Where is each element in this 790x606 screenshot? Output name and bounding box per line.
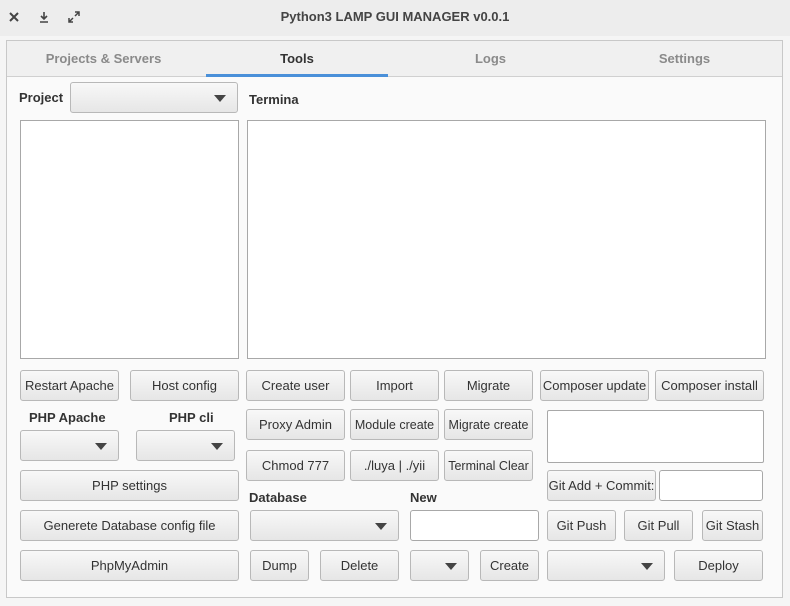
create-database-button[interactable]: Create: [480, 550, 539, 581]
chevron-down-icon: [641, 562, 653, 570]
chevron-down-icon: [445, 562, 457, 570]
tab-settings[interactable]: Settings: [593, 41, 776, 76]
restart-apache-button[interactable]: Restart Apache: [20, 370, 119, 401]
generate-db-config-button[interactable]: Generete Database config file: [20, 510, 239, 541]
git-push-button[interactable]: Git Push: [547, 510, 616, 541]
deploy-button[interactable]: Deploy: [674, 550, 763, 581]
proxy-admin-button[interactable]: Proxy Admin: [246, 409, 345, 440]
tab-tools[interactable]: Tools: [206, 41, 388, 77]
chmod-777-button[interactable]: Chmod 777: [246, 450, 345, 481]
git-stash-button[interactable]: Git Stash: [702, 510, 763, 541]
php-settings-button[interactable]: PHP settings: [20, 470, 239, 501]
git-add-commit-button[interactable]: Git Add + Commit:: [547, 470, 656, 501]
commit-message-area[interactable]: [547, 410, 764, 463]
terminal-output[interactable]: [247, 120, 766, 359]
project-select[interactable]: [70, 82, 238, 113]
project-list[interactable]: [20, 120, 239, 359]
create-user-button[interactable]: Create user: [246, 370, 345, 401]
php-apache-label: PHP Apache: [29, 410, 106, 425]
php-apache-select[interactable]: [20, 430, 119, 461]
project-label: Project: [19, 90, 64, 105]
deploy-target-select[interactable]: [547, 550, 665, 581]
chevron-down-icon: [95, 442, 107, 450]
chevron-down-icon: [211, 442, 223, 450]
import-button[interactable]: Import: [350, 370, 439, 401]
database-label: Database: [249, 490, 307, 505]
php-cli-select[interactable]: [136, 430, 235, 461]
new-database-label: New: [410, 490, 437, 505]
chevron-down-icon: [375, 522, 387, 530]
phpmyadmin-button[interactable]: PhpMyAdmin: [20, 550, 239, 581]
migrate-button[interactable]: Migrate: [444, 370, 533, 401]
new-database-type-select[interactable]: [410, 550, 469, 581]
terminal-label: Termina: [249, 92, 299, 107]
git-pull-button[interactable]: Git Pull: [624, 510, 693, 541]
dump-button[interactable]: Dump: [250, 550, 309, 581]
composer-update-button[interactable]: Composer update: [540, 370, 649, 401]
host-config-button[interactable]: Host config: [130, 370, 239, 401]
delete-button[interactable]: Delete: [320, 550, 399, 581]
tab-projects-servers[interactable]: Projects & Servers: [7, 41, 200, 76]
migrate-create-button[interactable]: Migrate create: [444, 409, 533, 440]
luya-yii-button[interactable]: ./luya | ./yii: [350, 450, 439, 481]
tab-bar: Projects & Servers Tools Logs Settings: [7, 41, 782, 77]
module-create-button[interactable]: Module create: [350, 409, 439, 440]
composer-install-button[interactable]: Composer install: [655, 370, 764, 401]
database-select[interactable]: [250, 510, 399, 541]
tab-logs[interactable]: Logs: [388, 41, 593, 76]
commit-input[interactable]: [659, 470, 763, 501]
chevron-down-icon: [214, 94, 226, 102]
php-cli-label: PHP cli: [169, 410, 214, 425]
terminal-clear-button[interactable]: Terminal Clear: [444, 450, 533, 481]
window-title: Python3 LAMP GUI MANAGER v0.0.1: [280, 9, 510, 24]
new-database-input[interactable]: [410, 510, 539, 541]
title-bar: Python3 LAMP GUI MANAGER v0.0.1: [0, 0, 790, 36]
